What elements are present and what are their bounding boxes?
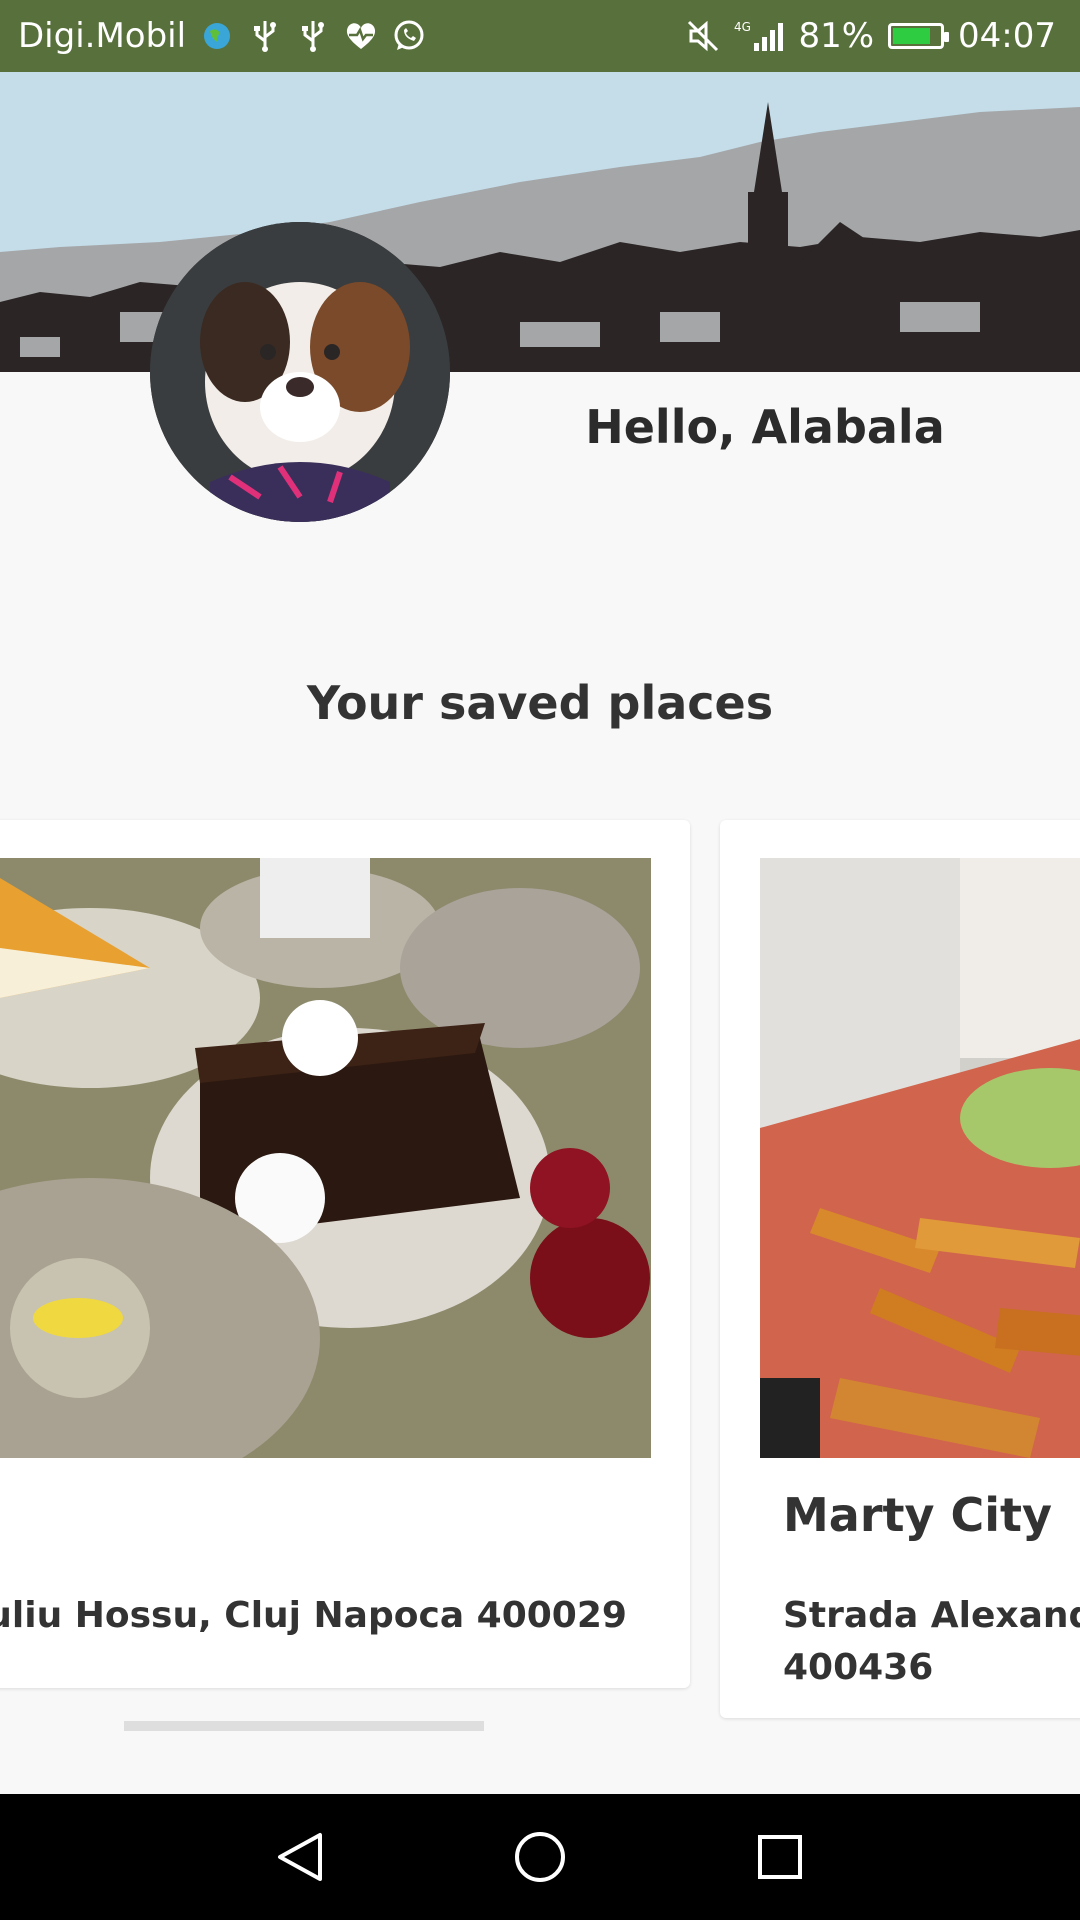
home-icon[interactable] [505, 1822, 575, 1892]
usb-icon [296, 19, 330, 53]
saved-places-title: Your saved places [306, 676, 774, 730]
navigation-bar [0, 1794, 1080, 1920]
place-address: l Iuliu Hossu, Cluj Napoca 400029 [0, 1595, 627, 1636]
saved-place-card[interactable]: Marty City Strada Alexand 400436 [720, 820, 1080, 1718]
signal-icon: 4G [734, 19, 784, 53]
status-bar: Digi.Mobil 4G 81% 04:07 [0, 0, 1080, 72]
battery-icon [888, 23, 950, 49]
place-name: Marty City [783, 1488, 1052, 1542]
heart-pulse-icon [344, 19, 378, 53]
svg-text:4G: 4G [734, 20, 751, 34]
saved-place-card[interactable]: l Iuliu Hossu, Cluj Napoca 400029 [0, 820, 690, 1688]
status-left: Digi.Mobil [0, 16, 426, 56]
greeting-text: Hello, Alabala [585, 400, 945, 454]
status-right: 4G 81% 04:07 [686, 16, 1080, 56]
globe-icon [200, 19, 234, 53]
back-icon[interactable] [265, 1822, 335, 1892]
carousel-scroll-indicator[interactable] [124, 1721, 484, 1731]
clock: 04:07 [958, 16, 1056, 56]
usb-icon [248, 19, 282, 53]
battery-fill [893, 28, 931, 44]
carrier-name: Digi.Mobil [18, 16, 187, 56]
battery-percent: 81% [798, 16, 875, 56]
avatar[interactable] [150, 222, 450, 522]
place-photo [0, 858, 651, 1458]
whatsapp-icon [392, 19, 426, 53]
place-address: Strada Alexand 400436 [783, 1595, 1080, 1688]
mute-icon [686, 19, 720, 53]
place-photo [760, 858, 1080, 1458]
recents-icon[interactable] [745, 1822, 815, 1892]
